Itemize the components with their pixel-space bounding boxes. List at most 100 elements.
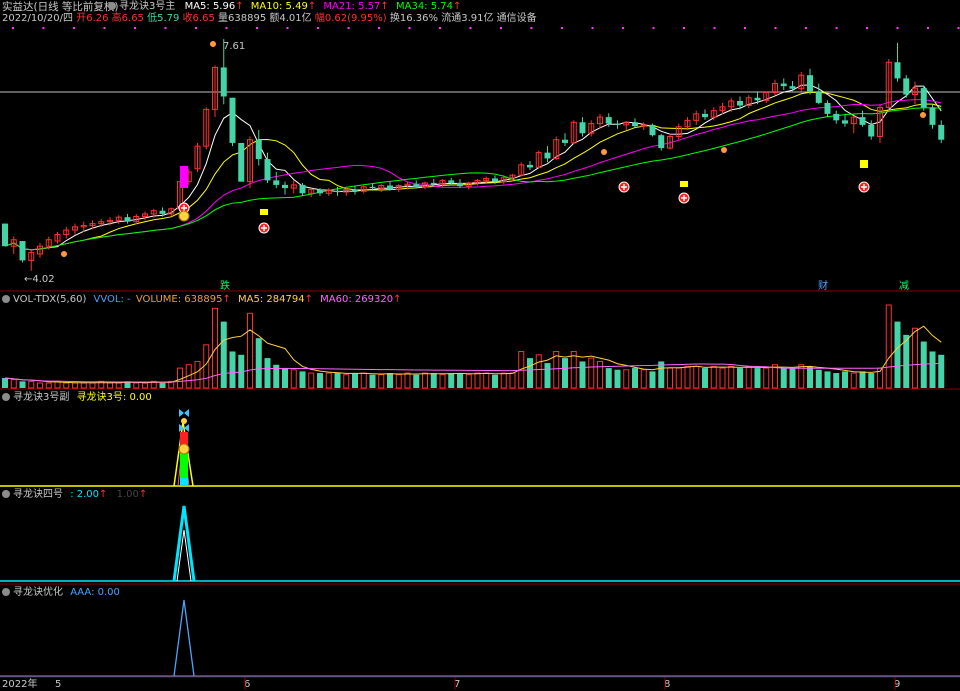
candle-body — [824, 102, 831, 114]
panel3-coin-icon — [178, 443, 190, 455]
candle-body — [868, 124, 875, 137]
volume-bar — [492, 374, 498, 388]
volume-bar — [693, 365, 700, 389]
volume-bar — [745, 365, 752, 389]
signal-markers — [61, 41, 926, 257]
signal-dot — [378, 27, 380, 29]
volume-bar — [483, 372, 490, 389]
panel3-small-dot — [181, 418, 187, 424]
candle-body — [352, 189, 358, 192]
candle-body — [894, 62, 901, 79]
volume-bar — [868, 373, 875, 388]
candle-body — [492, 178, 498, 182]
signal-dot — [195, 27, 197, 29]
signal-bar-magenta — [180, 166, 188, 188]
volume-bar — [588, 357, 595, 389]
volume-bar — [789, 368, 796, 388]
candle-body — [413, 184, 420, 187]
panel5-plot — [0, 599, 960, 677]
volume-bar — [640, 369, 647, 389]
volume-bar — [395, 374, 402, 389]
candle-body — [159, 210, 166, 214]
candle-body — [299, 184, 306, 194]
volume-bar — [404, 372, 411, 389]
volume-bar — [649, 371, 656, 388]
volume-bar — [360, 372, 367, 389]
volume-bar — [500, 372, 507, 389]
signal-dot — [957, 27, 960, 29]
signal-dot — [347, 27, 350, 29]
signal-bar-yellow — [680, 181, 688, 187]
signal-bar-yellow — [260, 209, 268, 215]
candle-body — [19, 241, 26, 261]
signal-dot — [774, 27, 777, 29]
candle-body — [658, 135, 665, 149]
volume-bar — [824, 371, 831, 388]
chart-stage[interactable] — [0, 0, 960, 690]
candle-body — [238, 142, 245, 182]
panel5-peak — [173, 599, 195, 677]
signal-dot — [805, 27, 807, 29]
signal-dot — [652, 27, 655, 29]
candle-body — [920, 88, 927, 108]
volume-bar — [422, 372, 428, 389]
signal-dot — [103, 27, 106, 29]
volume-bar — [754, 368, 761, 388]
signal-dot — [622, 27, 624, 29]
candle-body — [938, 124, 945, 140]
panel4-plot — [0, 505, 960, 582]
signal-dot — [530, 27, 533, 29]
volume-bar — [194, 360, 201, 389]
signal-bar-yellow — [860, 160, 868, 168]
volume-bar — [842, 371, 848, 388]
candle-body — [605, 117, 612, 124]
candle-body — [842, 120, 848, 124]
volume-bar — [675, 367, 682, 389]
signal-dot — [835, 27, 838, 29]
volume-ma-lines — [4, 325, 942, 384]
volume-bar — [369, 374, 376, 388]
candle-body — [264, 159, 271, 181]
candle-body — [457, 182, 463, 187]
signal-dot — [317, 27, 319, 29]
candle-body — [614, 123, 621, 125]
signal-dot-row — [12, 27, 960, 29]
candle-body — [737, 100, 743, 106]
person-icon — [210, 41, 216, 47]
volume-bar — [439, 374, 446, 389]
volume-bar — [28, 380, 35, 389]
volume-bar — [894, 321, 901, 388]
volume-bar — [308, 372, 315, 389]
candle-body — [430, 182, 437, 185]
signal-dot — [42, 27, 45, 29]
candle-body — [124, 217, 131, 222]
volume-bar — [702, 368, 708, 388]
signal-dot — [744, 27, 746, 29]
moving-average-lines — [4, 84, 942, 251]
signal-dot — [500, 27, 502, 29]
volume-bar — [413, 374, 420, 388]
volume-bar — [833, 373, 840, 388]
volume-bar — [159, 383, 166, 388]
panel3-bar-green — [180, 452, 188, 478]
volume-bar — [710, 365, 717, 389]
volume-bar — [229, 351, 236, 388]
volume-bar — [352, 373, 358, 388]
volume-bar — [623, 369, 630, 389]
candle-body — [334, 190, 341, 192]
candle-body — [807, 75, 813, 92]
volume-bar — [570, 350, 577, 389]
vol-ma5-line — [4, 325, 942, 384]
vol-ma60-line — [4, 362, 942, 383]
volume-bar — [107, 382, 113, 389]
volume-bar — [37, 382, 43, 389]
candle-body — [2, 223, 8, 247]
volume-bar — [859, 371, 866, 388]
volume-bar — [885, 304, 892, 389]
candle-body — [562, 139, 568, 143]
volume-bar — [667, 367, 673, 389]
volume-bar — [920, 341, 927, 388]
candle-body — [815, 91, 822, 103]
volume-bar — [457, 373, 463, 388]
person-icon — [61, 251, 67, 257]
